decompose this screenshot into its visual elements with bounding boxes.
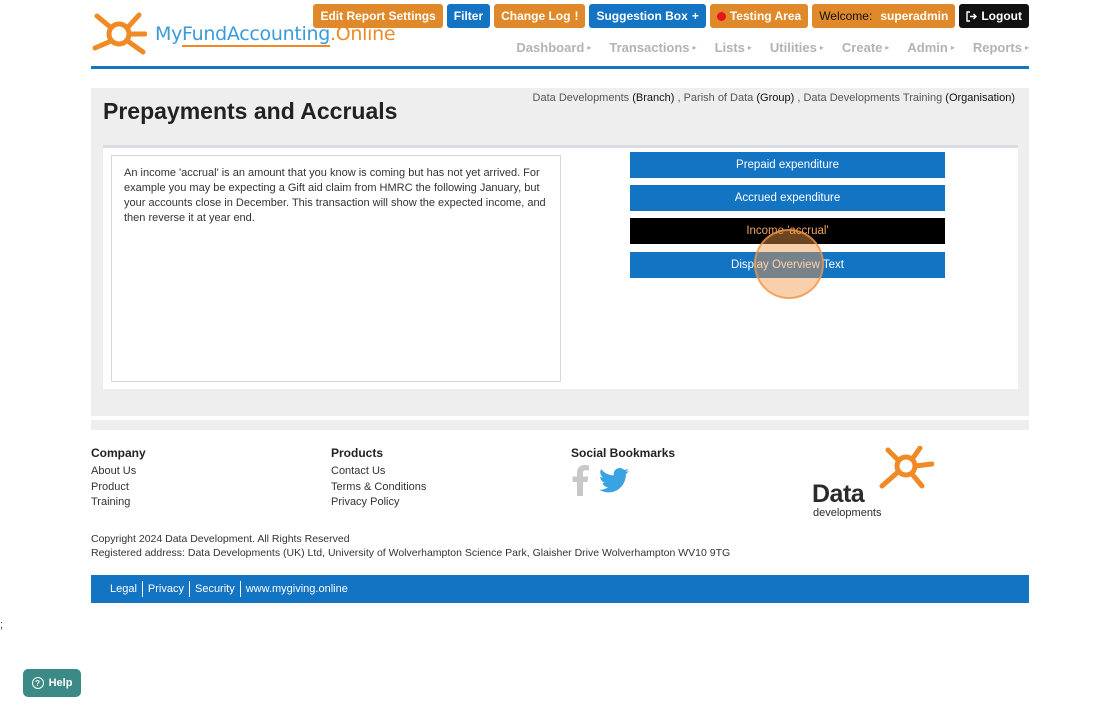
footer-heading: Social Bookmarks bbox=[571, 446, 676, 460]
footer-bar-link-legal[interactable]: Legal bbox=[107, 581, 142, 597]
nav-admin[interactable]: Admin ▸ bbox=[907, 40, 954, 55]
footer-link-about-us[interactable]: About Us bbox=[91, 464, 146, 480]
page-title: Prepayments and Accruals bbox=[103, 98, 398, 124]
chevron-right-icon: ▸ bbox=[1024, 43, 1029, 52]
plus-icon: + bbox=[691, 9, 699, 23]
description-text: An income 'accrual' is an amount that yo… bbox=[111, 155, 561, 382]
brand-subtitle: developments bbox=[813, 507, 882, 519]
logout-button[interactable]: Logout bbox=[959, 4, 1029, 28]
nav-dashboard[interactable]: Dashboard ▸ bbox=[516, 40, 591, 55]
brand-word: Data bbox=[812, 480, 865, 508]
chevron-right-icon: ▸ bbox=[587, 43, 592, 52]
chevron-right-icon: ▸ bbox=[950, 43, 955, 52]
suggestion-box-button[interactable]: Suggestion Box + bbox=[589, 4, 706, 28]
question-icon: ? bbox=[31, 677, 44, 689]
data-developments-logo: Data developments bbox=[812, 446, 937, 522]
footer-link-product[interactable]: Product bbox=[91, 480, 146, 496]
help-button[interactable]: ? Help bbox=[23, 669, 81, 697]
breadcrumb: Data Developments (Branch) , Parish of D… bbox=[532, 92, 1015, 104]
header-divider bbox=[91, 66, 1029, 69]
chevron-right-icon: ▸ bbox=[885, 43, 890, 52]
exclamation-icon: ! bbox=[574, 9, 579, 23]
accrued-expenditure-button[interactable]: Accrued expenditure bbox=[630, 185, 945, 211]
footer-bar-link-security[interactable]: Security bbox=[188, 581, 240, 597]
chevron-right-icon: ▸ bbox=[692, 43, 697, 52]
stray-text: ; bbox=[0, 619, 4, 631]
copyright-text: Copyright 2024 Data Development. All Rig… bbox=[91, 533, 350, 545]
prepaid-expenditure-button[interactable]: Prepaid expenditure bbox=[630, 152, 945, 178]
twitter-icon[interactable] bbox=[599, 467, 629, 493]
footer-bar: Legal Privacy Security www.mygiving.onli… bbox=[91, 575, 1029, 603]
testing-area-button[interactable]: Testing Area bbox=[709, 4, 809, 28]
welcome-user[interactable]: Welcome: superadmin bbox=[812, 4, 956, 28]
nav-create[interactable]: Create ▸ bbox=[842, 40, 889, 55]
footer-bar-link-privacy[interactable]: Privacy bbox=[141, 581, 189, 597]
logo-star-icon bbox=[92, 12, 147, 55]
footer-products: Products Contact Us Terms & Conditions P… bbox=[331, 446, 426, 511]
footer-company: Company About Us Product Training bbox=[91, 446, 146, 511]
filter-button[interactable]: Filter bbox=[446, 4, 491, 28]
display-overview-text-button[interactable]: Display Overview Text bbox=[630, 252, 945, 278]
top-toolbar: Edit Report Settings Filter Change Log! … bbox=[313, 4, 1029, 28]
nav-reports[interactable]: Reports ▸ bbox=[973, 40, 1029, 55]
edit-report-settings-button[interactable]: Edit Report Settings bbox=[313, 4, 443, 28]
facebook-icon[interactable] bbox=[571, 464, 589, 496]
copyright-block: Copyright 2024 Data Development. All Rig… bbox=[91, 532, 730, 560]
income-accrual-button[interactable]: Income 'accrual' bbox=[630, 218, 945, 244]
footer-link-contact-us[interactable]: Contact Us bbox=[331, 464, 426, 480]
footer-link-training[interactable]: Training bbox=[91, 495, 146, 511]
chevron-right-icon: ▸ bbox=[819, 43, 824, 52]
brand-star-icon bbox=[879, 446, 934, 489]
content-panel: Prepayments and Accruals Data Developmen… bbox=[91, 88, 1029, 416]
chevron-right-icon: ▸ bbox=[747, 43, 752, 52]
footer-link-privacy-policy[interactable]: Privacy Policy bbox=[331, 495, 426, 511]
content-footer-strip bbox=[91, 420, 1029, 430]
username: superadmin bbox=[880, 9, 949, 23]
footer-heading: Products bbox=[331, 446, 384, 460]
footer-social: Social Bookmarks bbox=[571, 446, 675, 496]
prepayments-card: An income 'accrual' is an amount that yo… bbox=[103, 145, 1018, 389]
registered-address: Registered address: Data Developments (U… bbox=[91, 547, 731, 559]
status-dot-icon bbox=[716, 11, 726, 21]
footer-heading: Company bbox=[91, 446, 146, 460]
nav-utilities[interactable]: Utilities ▸ bbox=[770, 40, 824, 55]
footer-link-terms[interactable]: Terms & Conditions bbox=[331, 480, 426, 496]
change-log-button[interactable]: Change Log! bbox=[494, 4, 586, 28]
main-navigation: Dashboard ▸ Transactions ▸ Lists ▸ Utilitie… bbox=[516, 40, 1029, 55]
logout-icon bbox=[966, 10, 978, 22]
nav-transactions[interactable]: Transactions ▸ bbox=[609, 40, 696, 55]
footer-bar-link-mygiving[interactable]: www.mygiving.online bbox=[239, 581, 353, 597]
nav-lists[interactable]: Lists ▸ bbox=[715, 40, 752, 55]
